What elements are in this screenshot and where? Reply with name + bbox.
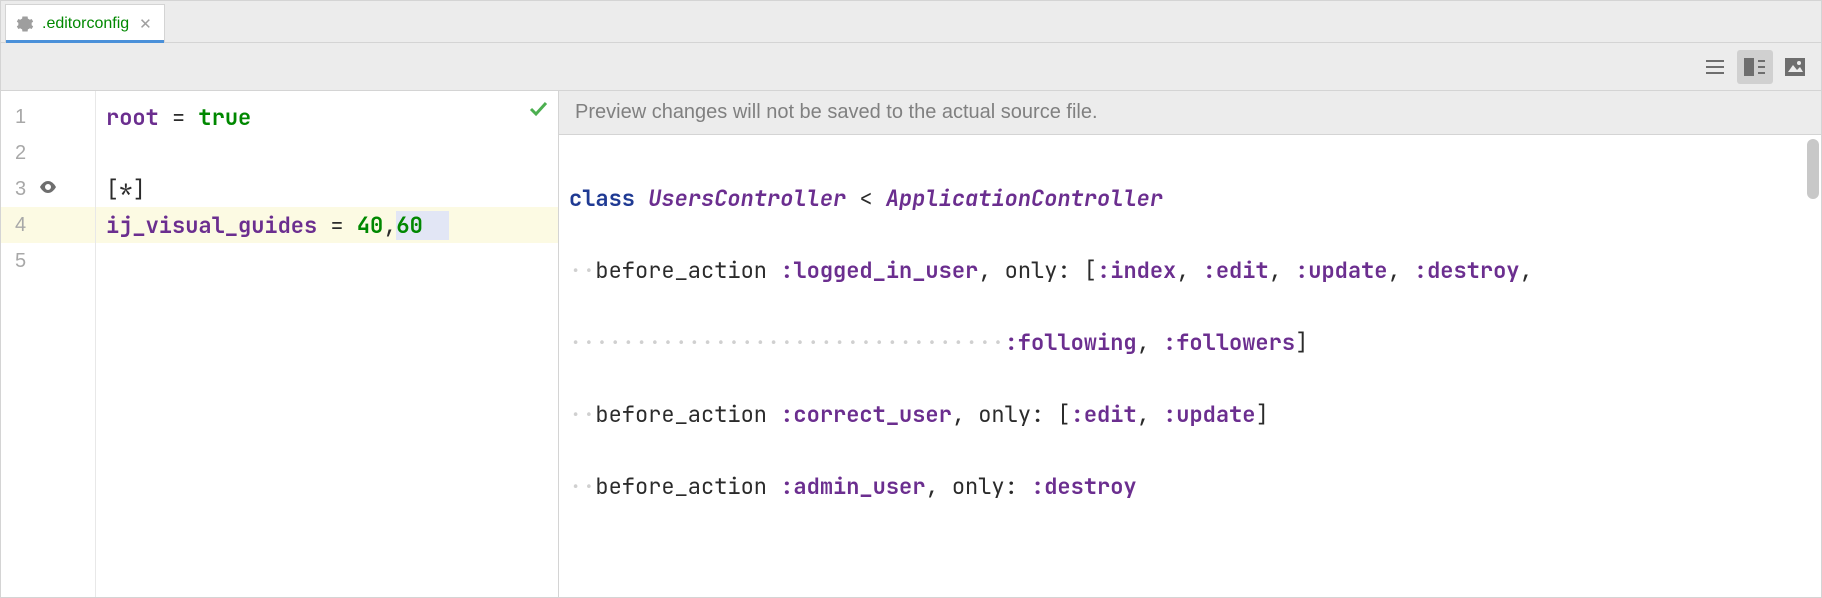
code-token bbox=[1071, 256, 1084, 285]
code-token: :update bbox=[1163, 400, 1255, 429]
code-token: :destroy bbox=[1031, 472, 1137, 501]
code-token: , only: bbox=[952, 400, 1044, 429]
code-token: < bbox=[846, 184, 886, 213]
code-token: , bbox=[1176, 256, 1202, 285]
editor-pane: 1 2 3 4 5 root = true [*] ij_visual_guid… bbox=[1, 91, 559, 597]
code-token: [*] bbox=[106, 175, 146, 204]
code-token: before_action bbox=[595, 400, 767, 429]
code-token: UsersController bbox=[648, 184, 846, 213]
image-icon[interactable] bbox=[1777, 50, 1813, 84]
code-token: , bbox=[1137, 328, 1163, 357]
hamburger-icon[interactable] bbox=[1697, 50, 1733, 84]
code-token: , bbox=[1520, 256, 1533, 285]
code-token: 60 bbox=[396, 211, 422, 240]
code-token: :update bbox=[1295, 256, 1387, 285]
code-token: , bbox=[1137, 400, 1163, 429]
check-icon bbox=[528, 97, 548, 126]
code-token: , bbox=[383, 211, 396, 240]
code-token: , bbox=[1269, 256, 1295, 285]
code-token: ·· bbox=[569, 256, 595, 285]
code-token: :correct_user bbox=[780, 400, 952, 429]
code-token: , only: bbox=[925, 472, 1017, 501]
code-token: ] bbox=[1255, 400, 1268, 429]
code-token: ij_visual_guides bbox=[106, 211, 317, 240]
preview-notice: Preview changes will not be saved to the… bbox=[559, 91, 1821, 135]
code-token bbox=[1018, 472, 1031, 501]
editor-caret bbox=[423, 211, 449, 240]
line-number: 3 bbox=[15, 178, 33, 201]
code-token: = bbox=[317, 211, 357, 240]
tab-label: .editorconfig bbox=[42, 15, 129, 33]
code-token: :index bbox=[1097, 256, 1176, 285]
gutter: 1 2 3 4 5 bbox=[1, 91, 96, 597]
code-token: ·· bbox=[569, 400, 595, 429]
code-token: true bbox=[198, 103, 251, 132]
code-token: :destroy bbox=[1414, 256, 1520, 285]
code-token: root bbox=[106, 103, 159, 132]
code-token: 40 bbox=[357, 211, 383, 240]
code-token: before_action bbox=[595, 472, 767, 501]
code-token: ] bbox=[1295, 328, 1308, 357]
code-token bbox=[767, 472, 780, 501]
preview-pane: Preview changes will not be saved to the… bbox=[559, 91, 1821, 597]
toolbar bbox=[1, 43, 1821, 91]
code-token bbox=[1044, 400, 1057, 429]
tab-bar: .editorconfig ✕ bbox=[1, 1, 1821, 43]
line-number: 2 bbox=[15, 142, 33, 165]
code-token bbox=[767, 400, 780, 429]
split-view-icon[interactable] bbox=[1737, 50, 1773, 84]
file-tab[interactable]: .editorconfig ✕ bbox=[5, 4, 165, 42]
code-token: :following bbox=[1005, 328, 1137, 357]
line-number: 5 bbox=[15, 250, 33, 273]
code-token: = bbox=[159, 103, 199, 132]
code-token: [ bbox=[1084, 256, 1097, 285]
code-token: class bbox=[569, 184, 635, 213]
code-token: , bbox=[1387, 256, 1413, 285]
code-token: ································· bbox=[569, 328, 1005, 357]
code-token: :edit bbox=[1071, 400, 1137, 429]
code-token bbox=[767, 256, 780, 285]
code-token: [ bbox=[1057, 400, 1070, 429]
code-token: :edit bbox=[1203, 256, 1269, 285]
code-token: :logged_in_user bbox=[780, 256, 978, 285]
code-token: ApplicationController bbox=[886, 184, 1163, 213]
editor-code[interactable]: root = true [*] ij_visual_guides = 40,60 bbox=[96, 91, 558, 597]
code-token: , only: bbox=[978, 256, 1070, 285]
code-token: ·· bbox=[569, 472, 595, 501]
gear-icon bbox=[16, 15, 34, 33]
line-number: 4 bbox=[15, 214, 33, 237]
line-number: 1 bbox=[15, 106, 33, 129]
scrollbar[interactable] bbox=[1807, 139, 1819, 199]
code-token bbox=[635, 184, 648, 213]
eye-icon[interactable] bbox=[39, 180, 57, 198]
preview-code[interactable]: class UsersController < ApplicationContr… bbox=[559, 135, 1821, 597]
code-token: :admin_user bbox=[780, 472, 925, 501]
code-token: before_action bbox=[595, 256, 767, 285]
split-pane: 1 2 3 4 5 root = true [*] ij_visual_guid… bbox=[1, 91, 1821, 597]
code-token: :followers bbox=[1163, 328, 1295, 357]
close-icon[interactable]: ✕ bbox=[137, 15, 154, 33]
